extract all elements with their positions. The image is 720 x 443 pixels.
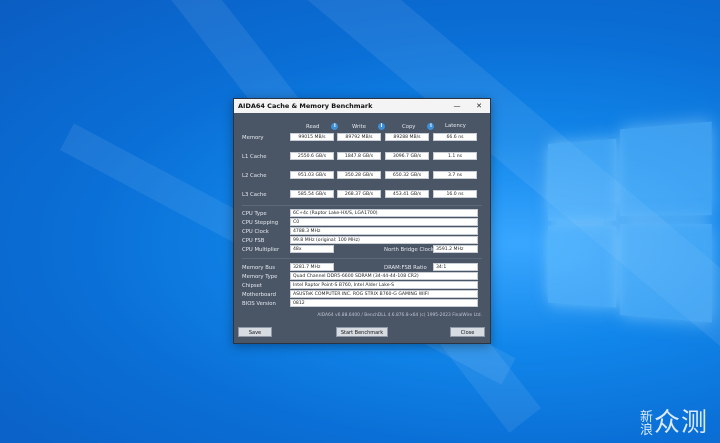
l2-latency-value: 3.7 ns	[433, 171, 477, 179]
column-write-label: Write	[352, 124, 366, 130]
memory-type-label: Memory Type	[242, 274, 278, 280]
l3-latency-value: 16.0 ns	[433, 190, 477, 198]
column-copy-label: Copy	[402, 124, 416, 130]
l1-write-value: 1847.8 GB/s	[337, 152, 381, 160]
window-title: AIDA64 Cache & Memory Benchmark	[238, 102, 373, 110]
memory-type-value: Quad Channel DDR5-6600 SDRAM (34-44-44-1…	[290, 272, 478, 280]
cpu-fsb-label: CPU FSB	[242, 238, 265, 244]
dram-ratio-value: 34:1	[433, 263, 478, 271]
l2-copy-value: 650.32 GB/s	[385, 171, 429, 179]
row-label-l2: L2 Cache	[242, 173, 267, 179]
nb-clock-value: 3591.2 MHz	[433, 245, 478, 253]
window-content: Read i Write i Copy i Latency Memory 99015 …	[234, 113, 490, 343]
logo-pane	[548, 225, 617, 308]
windows-logo	[548, 120, 720, 330]
motherboard-label: Motherboard	[242, 292, 276, 298]
row-label-memory: Memory	[242, 135, 264, 141]
watermark-logo: 新浪众测	[640, 410, 708, 437]
bios-version-label: BIOS Version	[242, 301, 276, 307]
memory-copy-value: 89288 MB/s	[385, 133, 429, 141]
divider	[242, 205, 482, 206]
cpu-type-label: CPU Type	[242, 211, 267, 217]
logo-pane	[620, 224, 712, 323]
info-icon[interactable]: i	[377, 123, 385, 130]
l3-write-value: 268.37 GB/s	[337, 190, 381, 198]
bios-version-value: 0812	[290, 299, 478, 307]
l3-copy-value: 453.41 GB/s	[385, 190, 429, 198]
cpu-stepping-label: CPU Stepping	[242, 220, 279, 226]
cpu-clock-label: CPU Clock	[242, 229, 269, 235]
watermark-large-text: 众测	[653, 408, 708, 438]
close-button[interactable]: Close	[450, 327, 485, 337]
cpu-multiplier-label: CPU Multiplier	[242, 247, 280, 253]
motherboard-value: ASUSTeK COMPUTER INC. ROG STRIX B760-G G…	[290, 290, 478, 298]
title-bar[interactable]: AIDA64 Cache & Memory Benchmark — ✕	[234, 99, 490, 113]
watermark-small-text: 新浪	[639, 410, 654, 438]
info-icon[interactable]: i	[427, 123, 435, 130]
logo-pane	[548, 138, 617, 221]
close-window-button[interactable]: ✕	[468, 102, 490, 110]
nb-clock-label: North Bridge Clock	[384, 247, 434, 253]
memory-write-value: 89792 MB/s	[337, 133, 381, 141]
minimize-button[interactable]: —	[446, 102, 468, 110]
memory-read-value: 99015 MB/s	[290, 133, 334, 141]
chipset-label: Chipset	[242, 283, 262, 289]
copyright-footer: AIDA64 v6.88.6400 / BenchDLL 4.6.876.8-x…	[317, 313, 482, 318]
column-write: Write i	[352, 123, 385, 130]
start-benchmark-button[interactable]: Start Benchmark	[336, 327, 388, 337]
divider	[242, 258, 482, 259]
cpu-type-value: 6C+4c (Raptor Lake-HX/S, LGA1700)	[290, 209, 478, 217]
cpu-stepping-value: C0	[290, 218, 478, 226]
column-read: Read i	[306, 123, 339, 130]
memory-bus-label: Memory Bus	[242, 265, 275, 271]
l3-read-value: 585.54 GB/s	[290, 190, 334, 198]
l2-write-value: 350.28 GB/s	[337, 171, 381, 179]
l1-read-value: 2550.6 GB/s	[290, 152, 334, 160]
memory-latency-value: 66.6 ns	[433, 133, 477, 141]
column-latency: Latency	[445, 123, 466, 129]
column-read-label: Read	[306, 124, 320, 130]
column-copy: Copy i	[402, 123, 435, 130]
row-label-l1: L1 Cache	[242, 154, 267, 160]
cpu-fsb-value: 99.8 MHz (original: 100 MHz)	[290, 236, 478, 244]
save-button[interactable]: Save	[238, 327, 272, 337]
benchmark-window: AIDA64 Cache & Memory Benchmark — ✕ Read…	[233, 98, 491, 344]
logo-pane	[620, 121, 712, 216]
row-label-l3: L3 Cache	[242, 192, 267, 198]
cpu-multiplier-value: 48x	[290, 245, 334, 253]
l1-latency-value: 1.1 ns	[433, 152, 477, 160]
l1-copy-value: 3096.7 GB/s	[385, 152, 429, 160]
info-icon[interactable]: i	[331, 123, 339, 130]
cpu-clock-value: 4788.3 MHz	[290, 227, 478, 235]
l2-read-value: 951.03 GB/s	[290, 171, 334, 179]
chipset-value: Intel Raptor Point-S B760, Intel Alder L…	[290, 281, 478, 289]
dram-ratio-label: DRAM:FSB Ratio	[384, 265, 427, 271]
memory-bus-value: 3281.7 MHz	[290, 263, 334, 271]
